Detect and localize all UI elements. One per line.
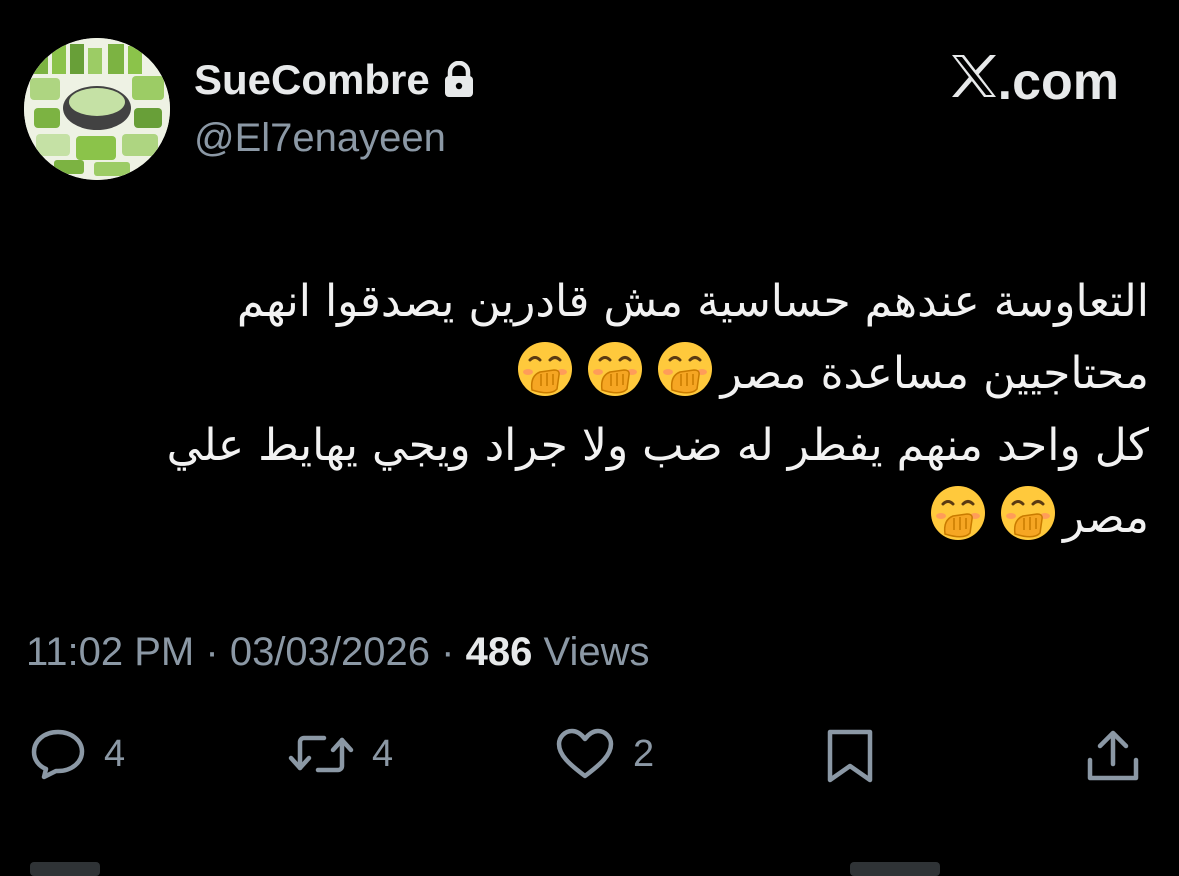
avatar[interactable] <box>24 38 170 180</box>
reply-count: 4 <box>104 732 126 775</box>
tweet-text: التعاوسة عندهم حساسية مش قادرين يصدقوا ا… <box>40 266 1149 554</box>
cropped-next-row <box>0 862 1179 876</box>
views-label: Views <box>543 630 650 674</box>
reply-button[interactable]: 4 <box>30 728 125 780</box>
brand-domain: .com <box>997 53 1119 111</box>
tweet-line: كل واحد منهم يفطر له ضب ولا جراد ويجي يه… <box>166 420 1149 471</box>
repost-icon <box>288 735 354 773</box>
bookmark-icon <box>827 729 873 783</box>
face-with-hand-over-mouth-emoji <box>999 484 1057 542</box>
repost-button[interactable]: 4 <box>288 728 393 780</box>
repost-count: 4 <box>372 732 394 775</box>
reply-icon <box>31 729 85 780</box>
display-name[interactable]: SueCombre <box>194 56 430 104</box>
tweet-date[interactable]: 03/03/2026 <box>230 630 430 674</box>
share-button[interactable] <box>1086 728 1140 784</box>
bookmark-button[interactable] <box>824 728 876 784</box>
food-platter-avatar <box>24 38 170 180</box>
action-bar: 4 4 2 <box>0 720 1179 800</box>
like-button[interactable]: 2 <box>555 728 654 780</box>
tweet-line: مصر <box>40 482 1149 554</box>
views-count: 486 <box>465 630 533 674</box>
face-with-hand-over-mouth-emoji <box>929 484 987 542</box>
face-with-hand-over-mouth-emoji <box>516 340 574 398</box>
meta-separator: · <box>441 630 455 674</box>
share-icon <box>1087 730 1139 781</box>
tweet-time[interactable]: 11:02 PM <box>26 630 194 674</box>
tweet-line: محتاجيين مساعدة مصر <box>40 338 1149 410</box>
tweet-line: التعاوسة عندهم حساسية مش قادرين يصدقوا ا… <box>236 276 1149 327</box>
brand-mark: .com <box>950 52 1119 112</box>
x-logo-icon <box>950 52 998 112</box>
lock-icon <box>442 60 476 99</box>
face-with-hand-over-mouth-emoji <box>656 340 714 398</box>
meta-separator: · <box>205 630 219 674</box>
user-name-row[interactable]: SueCombre <box>194 56 476 104</box>
tweet-meta: 11:02 PM · 03/03/2026 · 486 Views <box>26 630 649 675</box>
face-with-hand-over-mouth-emoji <box>586 340 644 398</box>
like-count: 2 <box>633 732 655 775</box>
heart-icon <box>556 728 614 779</box>
user-handle[interactable]: @El7enayeen <box>194 116 446 161</box>
